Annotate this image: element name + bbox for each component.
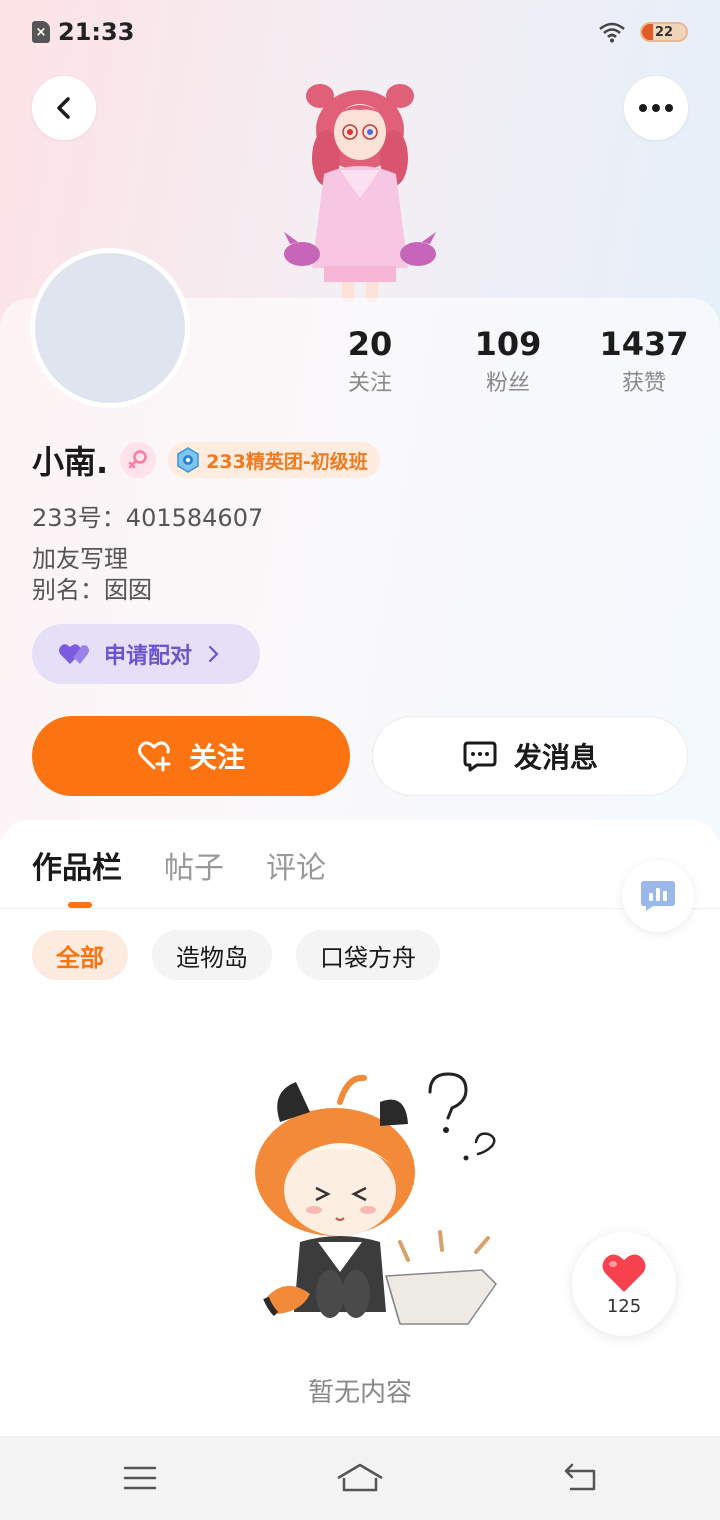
name-row: 小南. 233精英团-初级班	[32, 438, 380, 482]
bio-alias: 别名：囡囡	[32, 576, 152, 604]
send-message-label: 发消息	[513, 741, 598, 774]
bar-chart-icon	[641, 881, 675, 911]
bio: 加友写理 别名：囡囡	[32, 544, 152, 606]
chevron-right-icon	[208, 645, 219, 663]
heart-plus-icon	[137, 741, 171, 772]
chat-bubble-icon	[463, 741, 497, 772]
tab-comments[interactable]: 评论	[266, 843, 326, 887]
filter-chip-creation-island[interactable]: 造物岛	[152, 930, 272, 980]
tab-works[interactable]: 作品栏	[32, 843, 122, 887]
character-figure	[284, 84, 436, 302]
stat-likes[interactable]: 1437 获赞	[574, 322, 714, 400]
back-arrow-icon	[564, 1463, 596, 1491]
like-count: 125	[606, 1295, 642, 1317]
send-message-button[interactable]: 发消息	[372, 716, 688, 796]
empty-state-text: 暂无内容	[307, 1378, 412, 1408]
more-options-button[interactable]	[624, 76, 688, 140]
stat-likes-value: 1437	[599, 325, 689, 363]
bio-line: 加友写理	[32, 545, 128, 573]
battery-level: 22	[654, 24, 674, 40]
filter-chip-pocket-ark[interactable]: 口袋方舟	[296, 930, 440, 980]
home-icon	[337, 1463, 383, 1492]
stat-following-value: 20	[347, 325, 393, 363]
stat-following[interactable]: 20 关注	[300, 322, 440, 400]
filter-chips: 全部 造物岛 口袋方舟	[32, 930, 440, 980]
back-button[interactable]	[32, 76, 96, 140]
stat-likes-label: 获赞	[621, 371, 666, 396]
badge-medal-icon	[177, 447, 199, 473]
stats-float-button[interactable]	[622, 860, 694, 932]
avatar[interactable]	[30, 248, 190, 408]
content-tabs: 作品栏 帖子 评论	[32, 840, 368, 890]
tab-divider	[0, 908, 720, 909]
tab-posts[interactable]: 帖子	[164, 843, 224, 887]
sim-off-icon: ×	[32, 21, 50, 43]
more-dots-icon	[639, 104, 673, 112]
status-bar: × 21:33 22	[0, 0, 720, 64]
nav-menu-button[interactable]	[110, 1456, 170, 1500]
level-badge-label: 233精英团-初级班	[206, 450, 368, 473]
status-time: 21:33	[58, 18, 135, 46]
stat-followers-value: 109	[474, 325, 542, 363]
female-gender-icon	[120, 442, 157, 478]
user-id: 233号：401584607	[32, 504, 264, 532]
username: 小南.	[32, 443, 109, 481]
request-pair-label: 申请配对	[104, 644, 193, 669]
wifi-icon	[599, 22, 625, 43]
stat-following-label: 关注	[347, 371, 392, 396]
menu-icon	[123, 1466, 157, 1490]
chevron-left-icon	[57, 97, 70, 119]
follow-label: 关注	[188, 741, 245, 774]
system-nav-bar	[0, 1436, 720, 1520]
request-pair-button[interactable]: 申请配对	[32, 624, 260, 684]
heart-icon	[602, 1253, 646, 1292]
double-heart-icon	[59, 644, 89, 664]
nav-back-button[interactable]	[550, 1456, 610, 1500]
filter-chip-all[interactable]: 全部	[32, 930, 128, 980]
like-float-button[interactable]: 125	[572, 1232, 676, 1336]
stat-followers[interactable]: 109 粉丝	[438, 322, 578, 400]
follow-button[interactable]: 关注	[32, 716, 350, 796]
empty-state-illustration	[255, 1072, 497, 1325]
level-badge[interactable]: 233精英团-初级班	[168, 442, 380, 478]
battery-icon: 22	[640, 22, 688, 42]
stat-followers-label: 粉丝	[485, 371, 530, 396]
nav-home-button[interactable]	[330, 1456, 390, 1500]
